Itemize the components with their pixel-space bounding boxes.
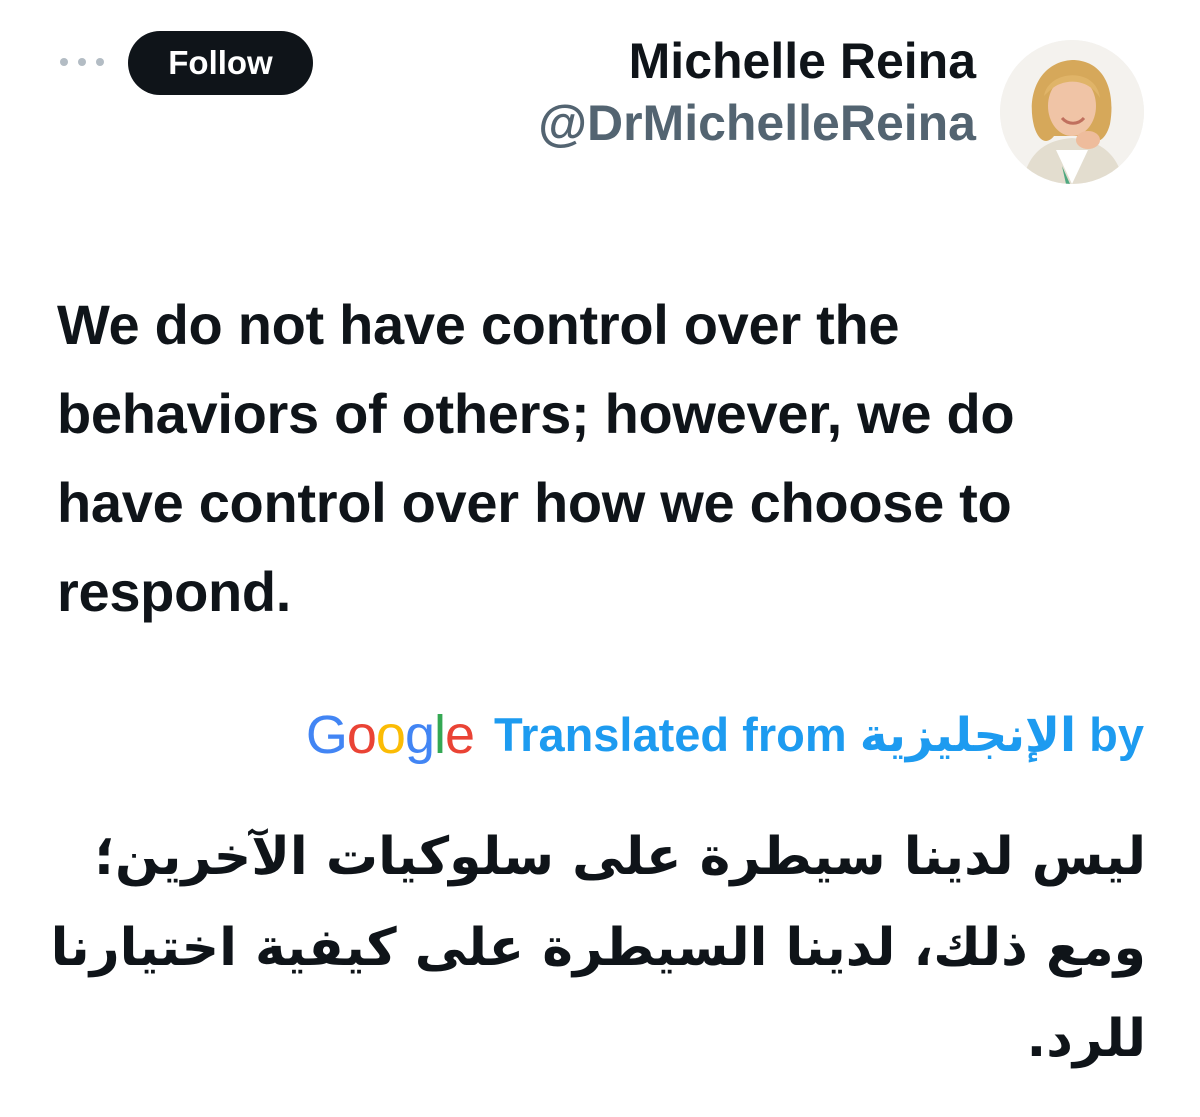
tweet-card: Follow Michelle Reina @DrMichelleReina W… [0, 0, 1200, 1117]
more-dot-icon [78, 58, 86, 66]
more-dot-icon [60, 58, 68, 66]
tweet-text: We do not have control over the behavior… [57, 293, 1015, 623]
author-block[interactable]: Michelle Reina @DrMichelleReina [538, 30, 976, 154]
follow-button[interactable]: Follow [128, 31, 313, 95]
user-handle[interactable]: @DrMichelleReina [538, 92, 976, 154]
more-options-button[interactable] [60, 50, 104, 74]
more-dot-icon [96, 58, 104, 66]
translated-text: ليس لدينا سيطرة على سلوكيات الآخرين؛ ومع… [50, 827, 1146, 1069]
google-logo: Google [305, 705, 475, 765]
translation-attribution: Google Translated from الإنجليزية by [306, 700, 1144, 770]
avatar-photo-icon [1000, 40, 1144, 184]
translated-from-link[interactable]: Translated from الإنجليزية by [494, 707, 1144, 763]
avatar[interactable] [1000, 40, 1144, 184]
display-name[interactable]: Michelle Reina [538, 30, 976, 92]
